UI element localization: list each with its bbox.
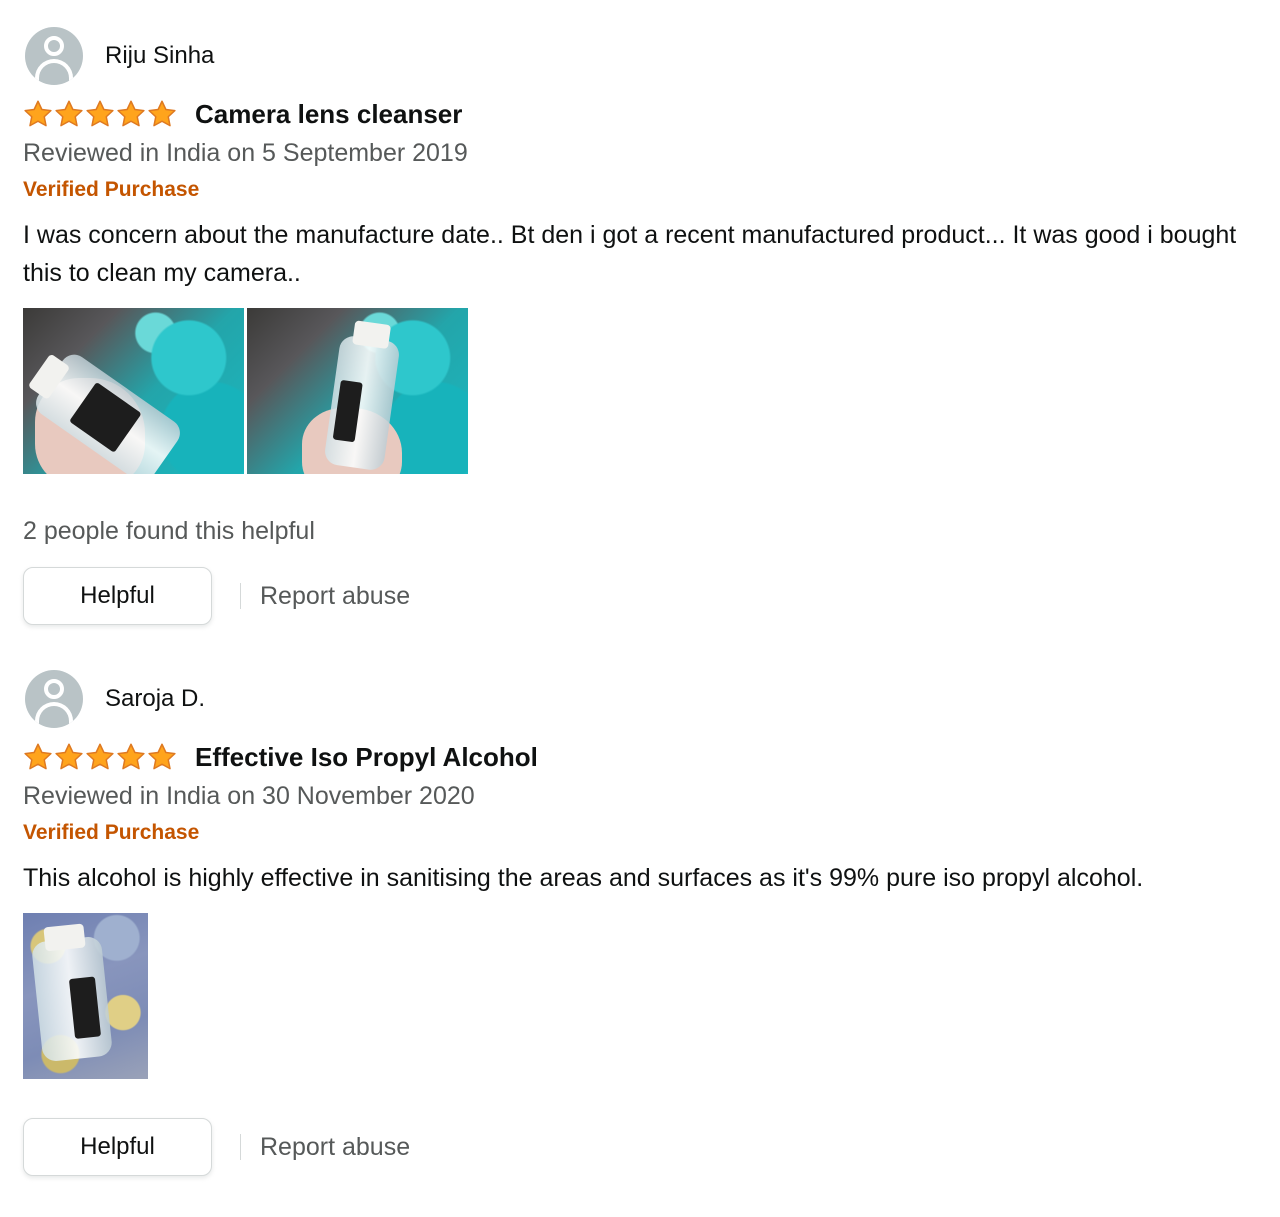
review-image-thumbnail[interactable] <box>23 913 148 1079</box>
report-abuse-link[interactable]: Report abuse <box>260 582 410 611</box>
star-icon <box>116 99 146 129</box>
bottle-label <box>68 976 102 1039</box>
verified-purchase-badge[interactable]: Verified Purchase <box>23 174 1263 206</box>
star-icon <box>23 742 53 772</box>
helpful-count: 2 people found this helpful <box>23 517 315 545</box>
review-body: I was concern about the manufacture date… <box>23 221 1237 287</box>
rating-row: Camera lens cleanser <box>23 96 1263 132</box>
star-icon <box>85 742 115 772</box>
review-card: Riju Sinha Camera lens cleanser Reviewed… <box>23 26 1263 626</box>
avatar-head <box>44 679 64 699</box>
report-abuse-link[interactable]: Report abuse <box>260 1133 410 1162</box>
avatar-head <box>44 36 64 56</box>
star-icon <box>54 99 84 129</box>
profile-name[interactable]: Saroja D. <box>105 685 205 713</box>
star-icon <box>23 99 53 129</box>
review-actions: Helpful Report abuse <box>23 566 1263 626</box>
divider <box>240 583 241 609</box>
avatar[interactable] <box>25 670 83 728</box>
star-icon <box>116 742 146 772</box>
review-actions: Helpful Report abuse <box>23 1117 1263 1177</box>
review-body: This alcohol is highly effective in sani… <box>23 864 1144 892</box>
divider <box>240 1134 241 1160</box>
profile[interactable]: Riju Sinha <box>23 26 1263 86</box>
helpful-button[interactable]: Helpful <box>23 567 212 625</box>
avatar-body <box>35 59 73 85</box>
star-rating[interactable] <box>23 99 177 129</box>
verified-purchase-badge[interactable]: Verified Purchase <box>23 817 1263 849</box>
bottle-label <box>332 379 363 443</box>
review-images <box>23 913 1263 1079</box>
bottle-cap <box>27 353 71 400</box>
review-image-thumbnail[interactable] <box>23 308 244 474</box>
profile-name[interactable]: Riju Sinha <box>105 42 214 70</box>
star-icon <box>147 99 177 129</box>
bottle-cap <box>43 923 86 952</box>
rating-row: Effective Iso Propyl Alcohol <box>23 739 1263 775</box>
star-rating[interactable] <box>23 742 177 772</box>
star-icon <box>147 742 177 772</box>
review-title[interactable]: Camera lens cleanser <box>195 99 462 130</box>
avatar[interactable] <box>25 27 83 85</box>
review-date: Reviewed in India on 30 November 2020 <box>23 782 475 810</box>
avatar-body <box>35 702 73 728</box>
profile[interactable]: Saroja D. <box>23 669 1263 729</box>
review-date: Reviewed in India on 5 September 2019 <box>23 139 468 167</box>
bottle-shape <box>30 923 114 1063</box>
review-title[interactable]: Effective Iso Propyl Alcohol <box>195 742 538 773</box>
bottle-cap <box>352 320 392 350</box>
helpful-button[interactable]: Helpful <box>23 1118 212 1176</box>
star-icon <box>85 99 115 129</box>
review-card: Saroja D. Effective Iso Propyl Alcohol R… <box>23 669 1263 1177</box>
review-image-thumbnail[interactable] <box>247 308 468 474</box>
star-icon <box>54 742 84 772</box>
review-images <box>23 308 1263 474</box>
